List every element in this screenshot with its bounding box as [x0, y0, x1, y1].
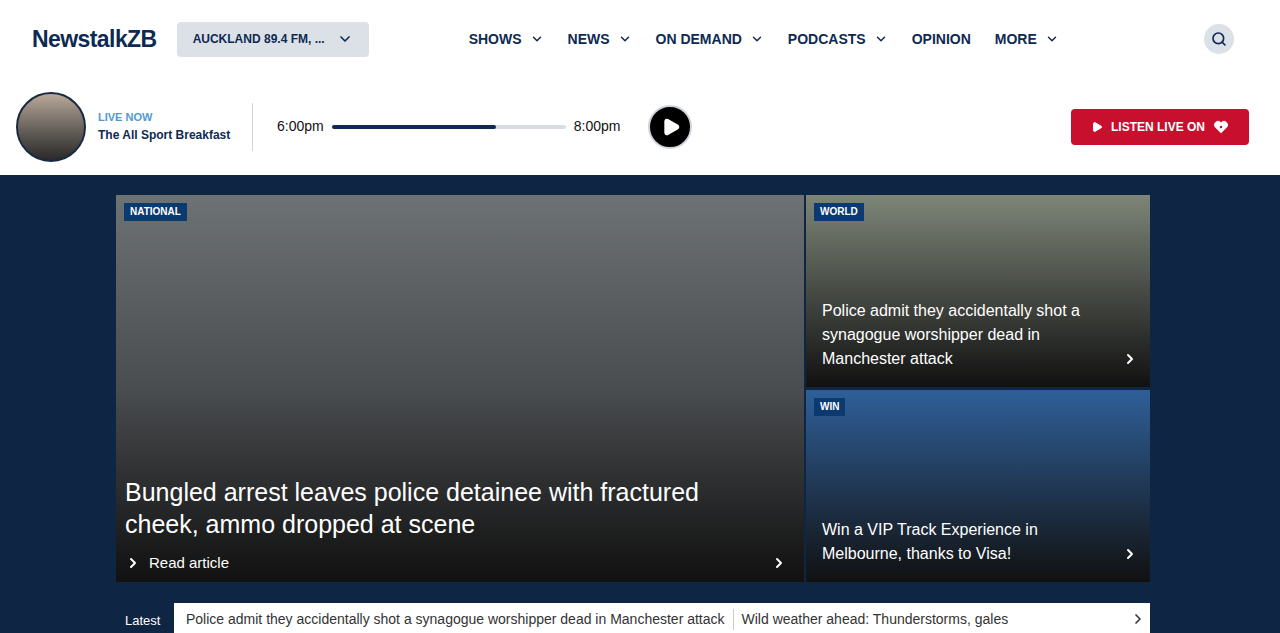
end-time: 8:00pm — [574, 116, 621, 137]
chevron-down-icon — [1045, 32, 1059, 46]
side-stories: WORLD Police admit they accidentally shot… — [806, 195, 1150, 582]
logo[interactable]: NewstalkZB — [32, 22, 157, 57]
nav-item[interactable]: ON DEMAND — [656, 29, 764, 50]
divider — [252, 103, 253, 151]
show-progress — [332, 125, 566, 129]
main-story[interactable]: NATIONAL Bungled arrest leaves police det… — [116, 195, 804, 582]
chevron-down-icon — [530, 32, 544, 46]
search-icon — [1211, 31, 1227, 47]
play-icon — [661, 117, 681, 137]
category-badge: WIN — [814, 398, 845, 416]
chevron-right-icon — [1122, 546, 1138, 562]
nav-item[interactable]: MORE — [995, 29, 1059, 50]
search-button[interactable] — [1204, 24, 1234, 54]
chevron-right-icon — [125, 555, 141, 571]
side-story-title[interactable]: Police admit they accidentally shot a sy… — [822, 299, 1122, 371]
ticker-strip: Police admit they accidentally shot a sy… — [174, 603, 1150, 633]
hero-grid: NATIONAL Bungled arrest leaves police det… — [116, 195, 1150, 582]
side-story[interactable]: WIN Win a VIP Track Experience in Melbour… — [806, 390, 1150, 582]
read-article-link[interactable]: Read article — [125, 552, 795, 575]
live-info: LIVE NOWThe All Sport Breakfast — [98, 109, 252, 144]
play-button[interactable] — [648, 105, 692, 149]
host-avatar — [16, 92, 86, 162]
nav-item[interactable]: PODCASTS — [788, 29, 888, 50]
play-icon — [1091, 121, 1103, 133]
live-bar: LIVE NOWThe All Sport Breakfast 6:00pm 8:0… — [0, 78, 1280, 175]
iheart-icon — [1213, 120, 1229, 134]
site-header: NewstalkZB AUCKLAND 89.4 FM, ... SHOWS NEWS… — [0, 0, 1280, 78]
side-story-title[interactable]: Win a VIP Track Experience in Melbourne,… — [822, 518, 1122, 566]
chevron-down-icon — [337, 31, 353, 47]
nav-item[interactable]: NEWS — [568, 29, 632, 50]
ticker-item[interactable]: Wild weather ahead: Thunderstorms, gales — [733, 609, 1013, 630]
chevron-right-icon — [1130, 611, 1146, 627]
chevron-right-icon — [1122, 351, 1138, 367]
nav-item[interactable]: SHOWS — [469, 29, 544, 50]
chevron-down-icon — [874, 32, 888, 46]
content: NATIONAL Bungled arrest leaves police det… — [116, 175, 1150, 633]
side-story[interactable]: WORLD Police admit they accidentally shot… — [806, 195, 1150, 387]
main-nav: SHOWS NEWS ON DEMAND PODCASTS OPINION MORE — [469, 29, 1059, 50]
latest-label: Latest — [116, 603, 174, 631]
chevron-down-icon — [750, 32, 764, 46]
category-badge: NATIONAL — [124, 203, 187, 221]
latest-ticker: Latest Police admit they accidentally sho… — [116, 603, 1150, 633]
start-time: 6:00pm — [277, 116, 324, 137]
ticker-item[interactable]: Police admit they accidentally shot a sy… — [182, 609, 729, 630]
page: NewstalkZB AUCKLAND 89.4 FM, ... SHOWS NEWS… — [0, 0, 1280, 633]
chevron-down-icon — [618, 32, 632, 46]
listen-live-button[interactable]: LISTEN LIVE ON — [1071, 109, 1249, 145]
chevron-right-icon — [771, 555, 787, 571]
station-selector[interactable]: AUCKLAND 89.4 FM, ... — [177, 22, 369, 57]
main-story-title[interactable]: Bungled arrest leaves police detainee wi… — [125, 476, 795, 540]
category-badge: WORLD — [814, 203, 864, 221]
nav-item[interactable]: OPINION — [912, 29, 971, 50]
